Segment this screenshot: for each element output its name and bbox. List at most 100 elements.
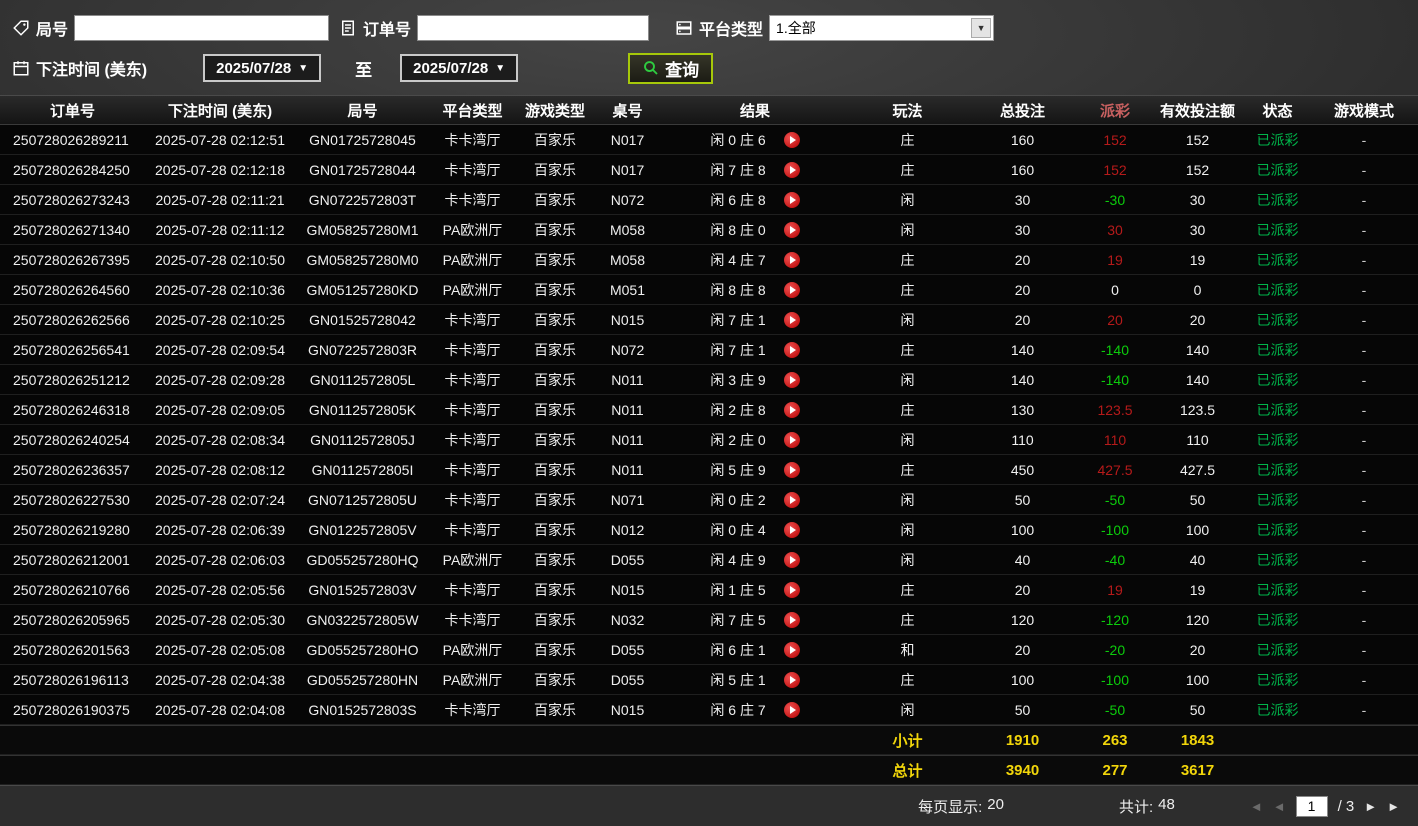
page-number-input[interactable] xyxy=(1295,795,1328,817)
cell-game-mode: - xyxy=(1361,581,1367,598)
date-from-value: 2025/07/28 xyxy=(216,59,292,77)
cell-payout: 19 xyxy=(1107,581,1123,598)
cell-result: 闲 8 庄 0 xyxy=(660,215,850,244)
cell-table-number: N017 xyxy=(610,131,645,148)
play-icon[interactable] xyxy=(783,641,800,658)
cell-valid-bet: 20 xyxy=(1189,641,1206,658)
cell-game-type: 百家乐 xyxy=(534,221,576,238)
cell-status: 已派彩 xyxy=(1256,521,1299,538)
table-row: 250728026256541 2025-07-28 02:09:54 GN07… xyxy=(0,335,1418,365)
result-text: 闲 6 庄 1 xyxy=(710,641,766,658)
result-text: 闲 3 庄 9 xyxy=(710,371,766,388)
cell-bet-time: 2025-07-28 02:05:08 xyxy=(155,641,285,658)
result-text: 闲 7 庄 1 xyxy=(710,311,766,328)
cell-total-bet: 160 xyxy=(1010,161,1035,178)
play-icon[interactable] xyxy=(783,371,800,388)
play-icon[interactable] xyxy=(783,431,800,448)
cell-payout: 20 xyxy=(1107,311,1123,328)
cell-total-bet: 20 xyxy=(1014,581,1031,598)
order-input[interactable] xyxy=(417,15,650,41)
cell-game-mode: - xyxy=(1361,371,1367,388)
cell-payout: 110 xyxy=(1103,431,1127,448)
cell-bet-time: 2025-07-28 02:10:50 xyxy=(155,251,285,268)
date-to-button[interactable]: 2025/07/28 ▼ xyxy=(400,54,519,82)
round-input[interactable] xyxy=(74,15,330,41)
play-icon[interactable] xyxy=(783,161,800,178)
play-icon[interactable] xyxy=(783,491,800,508)
cell-payout: 19 xyxy=(1107,251,1123,268)
cell-round-number: GD055257280HO xyxy=(306,641,419,658)
next-page-button[interactable]: ► xyxy=(1364,800,1377,813)
cell-table-number: M051 xyxy=(609,281,646,298)
cell-valid-bet: 30 xyxy=(1189,191,1206,208)
play-icon[interactable] xyxy=(783,221,800,238)
query-button[interactable]: 查询 xyxy=(628,52,714,84)
cell-platform: PA欧洲厅 xyxy=(442,671,503,688)
platform-select[interactable]: 1.全部 ▼ xyxy=(769,15,995,41)
cell-order-number: 250728026284250 xyxy=(13,161,130,178)
play-icon[interactable] xyxy=(783,461,800,478)
cell-play-type: 庄 xyxy=(900,281,915,298)
platform-icon xyxy=(675,19,693,37)
play-icon[interactable] xyxy=(783,551,800,568)
cell-round-number: GN01725728044 xyxy=(309,161,416,178)
cell-table-number: N071 xyxy=(610,491,645,508)
per-page-label: 每页显示: xyxy=(918,798,983,816)
cell-play-type: 庄 xyxy=(900,671,915,688)
order-filter-group: 订单号 xyxy=(339,15,650,41)
grand-total-payout: 277 xyxy=(1102,761,1128,779)
app-root: 局号 订单号 平台类型 1.全部 ▼ 下注时间 (美东) 2025/07/28 … xyxy=(0,0,1418,826)
play-icon[interactable] xyxy=(783,701,800,718)
cell-game-type: 百家乐 xyxy=(534,371,576,388)
play-icon[interactable] xyxy=(783,521,800,538)
play-icon[interactable] xyxy=(783,611,800,628)
cell-order-number: 250728026256541 xyxy=(13,341,130,358)
cell-table-number: M058 xyxy=(609,221,646,238)
cell-platform: PA欧洲厅 xyxy=(442,281,503,298)
play-icon[interactable] xyxy=(783,281,800,298)
cell-payout: -140 xyxy=(1100,341,1130,358)
play-icon[interactable] xyxy=(783,191,800,208)
cell-status: 已派彩 xyxy=(1256,341,1299,358)
document-icon xyxy=(339,19,357,37)
cell-game-mode: - xyxy=(1361,341,1367,358)
cell-result: 闲 7 庄 1 xyxy=(660,335,850,364)
cell-bet-time: 2025-07-28 02:04:38 xyxy=(155,671,285,688)
result-text: 闲 2 庄 8 xyxy=(710,401,766,418)
result-text: 闲 8 庄 8 xyxy=(710,281,766,298)
grand-total-row: 总计 3940 277 3617 xyxy=(0,755,1418,785)
cell-play-type: 闲 xyxy=(900,371,915,388)
cell-game-type: 百家乐 xyxy=(534,491,576,508)
cell-round-number: GN0322572805W xyxy=(306,611,419,628)
result-text: 闲 7 庄 1 xyxy=(710,341,766,358)
cell-game-type: 百家乐 xyxy=(534,521,576,538)
play-icon[interactable] xyxy=(783,251,800,268)
cell-result: 闲 7 庄 1 xyxy=(660,305,850,334)
play-icon[interactable] xyxy=(783,311,800,328)
play-icon[interactable] xyxy=(783,581,800,598)
cell-bet-time: 2025-07-28 02:10:36 xyxy=(155,281,285,298)
prev-page-button[interactable]: ◄ xyxy=(1273,800,1286,813)
cell-bet-time: 2025-07-28 02:08:34 xyxy=(155,431,285,448)
cell-play-type: 闲 xyxy=(900,551,915,568)
cell-round-number: GN0722572803R xyxy=(308,341,417,358)
col-header-order-number: 订单号 xyxy=(49,102,95,120)
play-icon[interactable] xyxy=(783,671,800,688)
play-icon[interactable] xyxy=(783,131,800,148)
table-row: 250728026267395 2025-07-28 02:10:50 GM05… xyxy=(0,245,1418,275)
cell-game-mode: - xyxy=(1361,461,1367,478)
cell-bet-time: 2025-07-28 02:08:12 xyxy=(155,461,285,478)
result-text: 闲 8 庄 0 xyxy=(710,221,766,238)
cell-total-bet: 20 xyxy=(1014,251,1031,268)
cell-play-type: 闲 xyxy=(900,221,915,238)
cell-table-number: N011 xyxy=(611,401,644,418)
cell-result: 闲 0 庄 6 xyxy=(660,125,850,154)
cell-payout: 0 xyxy=(1111,281,1119,298)
cell-platform: 卡卡湾厅 xyxy=(444,611,501,628)
first-page-button[interactable]: ◄ xyxy=(1250,800,1263,813)
date-from-button[interactable]: 2025/07/28 ▼ xyxy=(203,54,322,82)
last-page-button[interactable]: ► xyxy=(1387,800,1400,813)
play-icon[interactable] xyxy=(783,401,800,418)
play-icon[interactable] xyxy=(783,341,800,358)
grand-total-valid-bet: 3617 xyxy=(1180,761,1215,779)
